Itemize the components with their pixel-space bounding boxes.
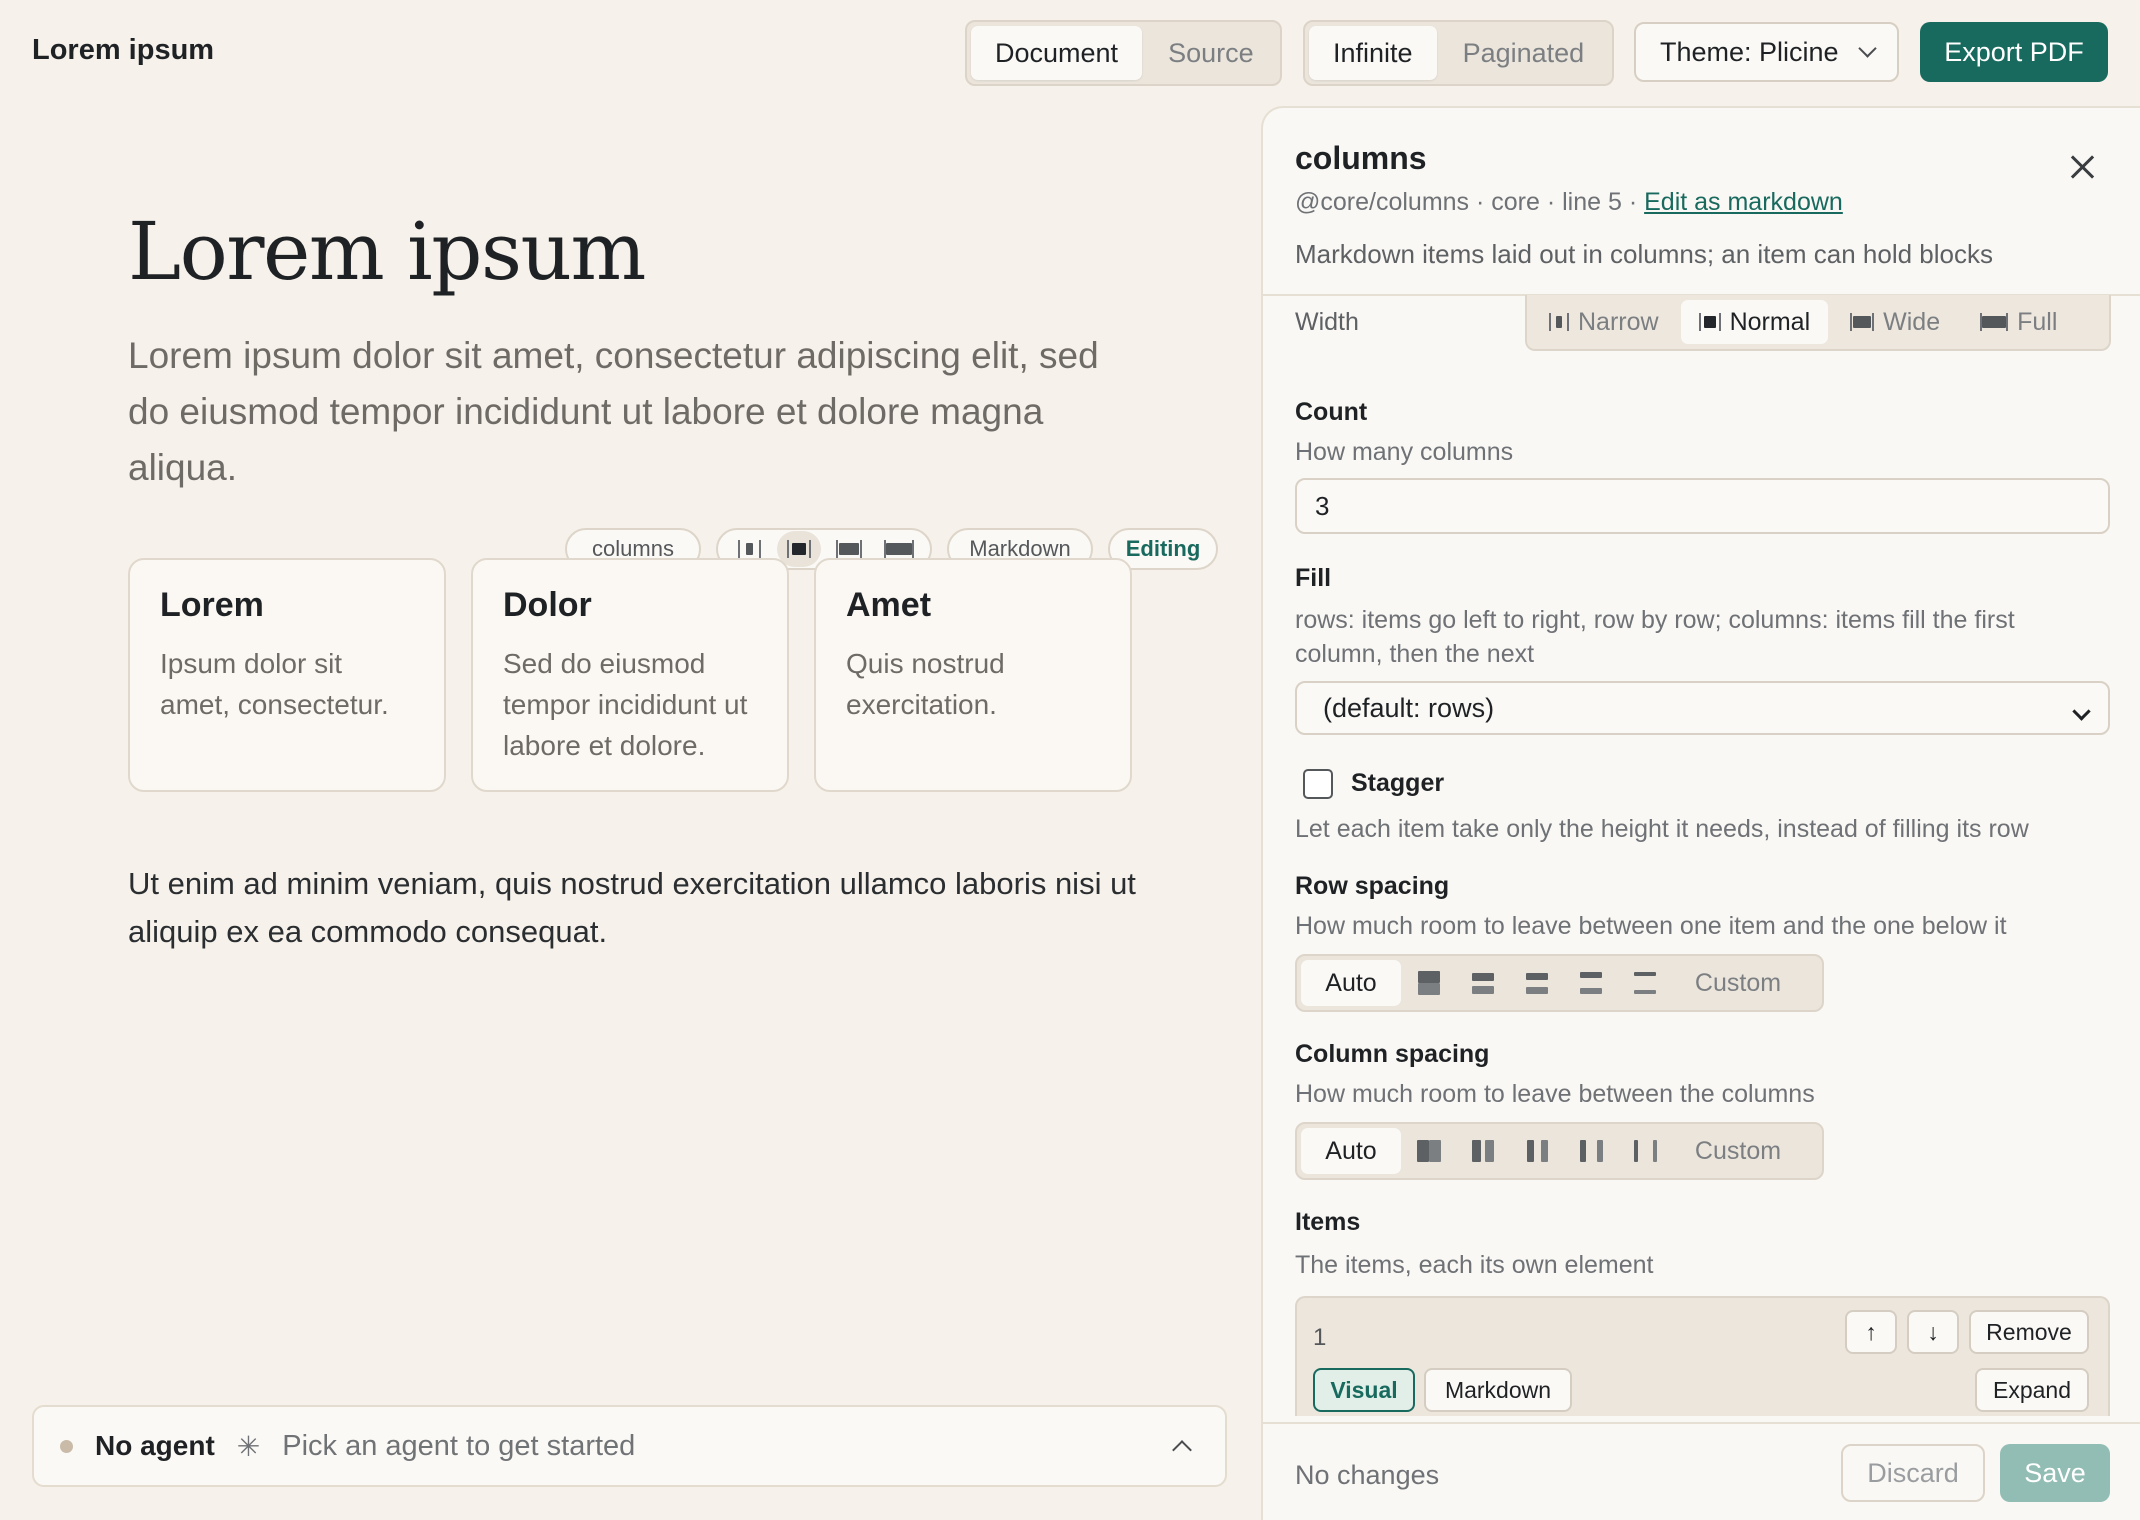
width-option-label: Normal — [1729, 307, 1811, 336]
column-spacing-medium-icon[interactable] — [1511, 1128, 1563, 1174]
row-spacing-selector: Auto Custom — [1295, 954, 1824, 1012]
inspector-panel: columns @core/columns · core · line 5 · … — [1261, 106, 2140, 1520]
column-card[interactable]: Dolor Sed do eiusmod tempor incididunt u… — [471, 558, 789, 792]
close-icon[interactable] — [2069, 154, 2095, 180]
panel-footer: No changes Discard Save — [1263, 1422, 2140, 1520]
stagger-label[interactable]: Stagger — [1351, 769, 1444, 798]
items-help: The items, each its own element — [1295, 1251, 1654, 1279]
width-option-narrow[interactable]: Narrow — [1531, 300, 1677, 344]
panel-title: columns — [1295, 140, 1427, 176]
row-spacing-help: How much room to leave between one item … — [1295, 912, 2007, 940]
top-bar: Lorem ipsum Document Source Infinite Pag… — [0, 0, 2140, 106]
card-text: Quis nostrud exercitation. — [846, 648, 1005, 720]
count-label: Count — [1295, 398, 1368, 426]
change-status: No changes — [1295, 1460, 1440, 1490]
card-title: Lorem — [160, 586, 264, 624]
card-text: Sed do eiusmod tempor incididunt ut labo… — [503, 648, 748, 761]
column-spacing-selector: Auto Custom — [1295, 1122, 1824, 1180]
agent-bar[interactable]: No agent ✳ Pick an agent to get started — [32, 1405, 1227, 1487]
width-option-wide[interactable]: Wide — [1832, 300, 1958, 344]
edit-as-markdown-link[interactable]: Edit as markdown — [1644, 188, 1843, 216]
tab-document[interactable]: Document — [971, 26, 1143, 80]
width-full-icon — [1980, 313, 2009, 331]
row-spacing-custom[interactable]: Custom — [1673, 960, 1803, 1006]
items-label: Items — [1295, 1208, 1361, 1236]
width-selector: Narrow Normal Wide Full — [1525, 295, 2111, 351]
theme-dropdown[interactable]: Theme: Plicine — [1634, 22, 1899, 82]
column-card[interactable]: Amet Quis nostrud exercitation. — [814, 558, 1132, 792]
markdown-mode-button[interactable]: Markdown — [1424, 1368, 1572, 1412]
document-title[interactable]: Lorem ipsum — [128, 205, 646, 298]
column-spacing-xlarge-icon[interactable] — [1619, 1128, 1671, 1174]
block-path: @core/columns · core · line 5 · — [1295, 188, 1645, 216]
chevron-down-icon — [2072, 702, 2091, 721]
panel-meta: @core/columns · core · line 5 · Edit as … — [1295, 188, 1843, 217]
column-spacing-label: Column spacing — [1295, 1040, 1490, 1068]
count-help: How many columns — [1295, 438, 1514, 466]
tab-infinite[interactable]: Infinite — [1309, 26, 1437, 80]
row-spacing-none-icon[interactable] — [1403, 960, 1455, 1006]
discard-button[interactable]: Discard — [1841, 1444, 1985, 1502]
fill-select[interactable]: (default: rows) — [1295, 681, 2110, 735]
card-title: Dolor — [503, 586, 592, 624]
fill-help: rows: items go left to right, row by row… — [1295, 606, 2015, 668]
chevron-down-icon — [1857, 38, 1877, 58]
row-spacing-xlarge-icon[interactable] — [1619, 960, 1671, 1006]
fill-selected-value: (default: rows) — [1323, 692, 1495, 723]
item-row: 1 ↑ ↓ Remove Visual Markdown Expand — [1295, 1296, 2110, 1416]
column-spacing-large-icon[interactable] — [1565, 1128, 1617, 1174]
column-spacing-small-icon[interactable] — [1457, 1128, 1509, 1174]
status-dot-icon — [60, 1439, 73, 1453]
width-option-label: Full — [2017, 307, 2058, 336]
sparkle-icon: ✳ — [236, 1430, 261, 1462]
view-mode-toggle: Document Source — [965, 20, 1282, 86]
row-spacing-auto[interactable]: Auto — [1301, 960, 1401, 1006]
row-spacing-label: Row spacing — [1295, 872, 1450, 900]
width-narrow-icon — [1549, 313, 1569, 331]
column-spacing-auto[interactable]: Auto — [1301, 1128, 1401, 1174]
row-spacing-small-icon[interactable] — [1457, 960, 1509, 1006]
column-spacing-none-icon[interactable] — [1403, 1128, 1455, 1174]
move-down-button[interactable]: ↓ — [1907, 1310, 1959, 1354]
expand-item-button[interactable]: Expand — [1975, 1368, 2089, 1412]
chevron-up-icon[interactable] — [1172, 1440, 1192, 1460]
app-title: Lorem ipsum — [32, 34, 215, 66]
tab-source[interactable]: Source — [1144, 26, 1278, 80]
count-input[interactable] — [1295, 478, 2110, 534]
card-text: Ipsum dolor sit amet, consectetur. — [160, 648, 389, 720]
agent-hint: Pick an agent to get started — [282, 1429, 636, 1462]
stagger-checkbox[interactable] — [1303, 769, 1333, 799]
column-spacing-custom[interactable]: Custom — [1673, 1128, 1803, 1174]
remove-item-button[interactable]: Remove — [1969, 1310, 2089, 1354]
width-label: Width — [1295, 308, 1359, 336]
move-up-button[interactable]: ↑ — [1845, 1310, 1897, 1354]
row-spacing-large-icon[interactable] — [1565, 960, 1617, 1006]
theme-label: Theme: Plicine — [1660, 36, 1839, 67]
document-paragraph[interactable]: Ut enim ad minim veniam, quis nostrud ex… — [128, 860, 1168, 956]
arrow-up-icon: ↑ — [1865, 1318, 1877, 1345]
row-spacing-medium-icon[interactable] — [1511, 960, 1563, 1006]
card-title: Amet — [846, 586, 932, 624]
width-option-full[interactable]: Full — [1962, 300, 2075, 344]
panel-description: Markdown items laid out in columns; an i… — [1295, 239, 1993, 269]
column-spacing-help: How much room to leave between the colum… — [1295, 1080, 1815, 1108]
width-wide-icon — [1850, 313, 1875, 331]
save-button[interactable]: Save — [2000, 1444, 2110, 1502]
agent-name: No agent — [95, 1430, 215, 1461]
width-option-normal[interactable]: Normal — [1680, 300, 1829, 344]
visual-mode-button[interactable]: Visual — [1313, 1368, 1415, 1412]
width-option-label: Narrow — [1578, 307, 1659, 336]
width-normal-icon — [1698, 313, 1721, 331]
fill-label: Fill — [1295, 564, 1332, 592]
tab-paginated[interactable]: Paginated — [1439, 26, 1609, 80]
width-option-label: Wide — [1883, 307, 1941, 336]
arrow-down-icon: ↓ — [1927, 1318, 1939, 1345]
stagger-help: Let each item take only the height it ne… — [1295, 815, 2029, 843]
item-number: 1 — [1313, 1324, 1327, 1351]
column-card[interactable]: Lorem Ipsum dolor sit amet, consectetur. — [128, 558, 446, 792]
export-pdf-button[interactable]: Export PDF — [1920, 22, 2108, 82]
layout-mode-toggle: Infinite Paginated — [1303, 20, 1614, 86]
document-lead[interactable]: Lorem ipsum dolor sit amet, consectetur … — [128, 328, 1128, 496]
